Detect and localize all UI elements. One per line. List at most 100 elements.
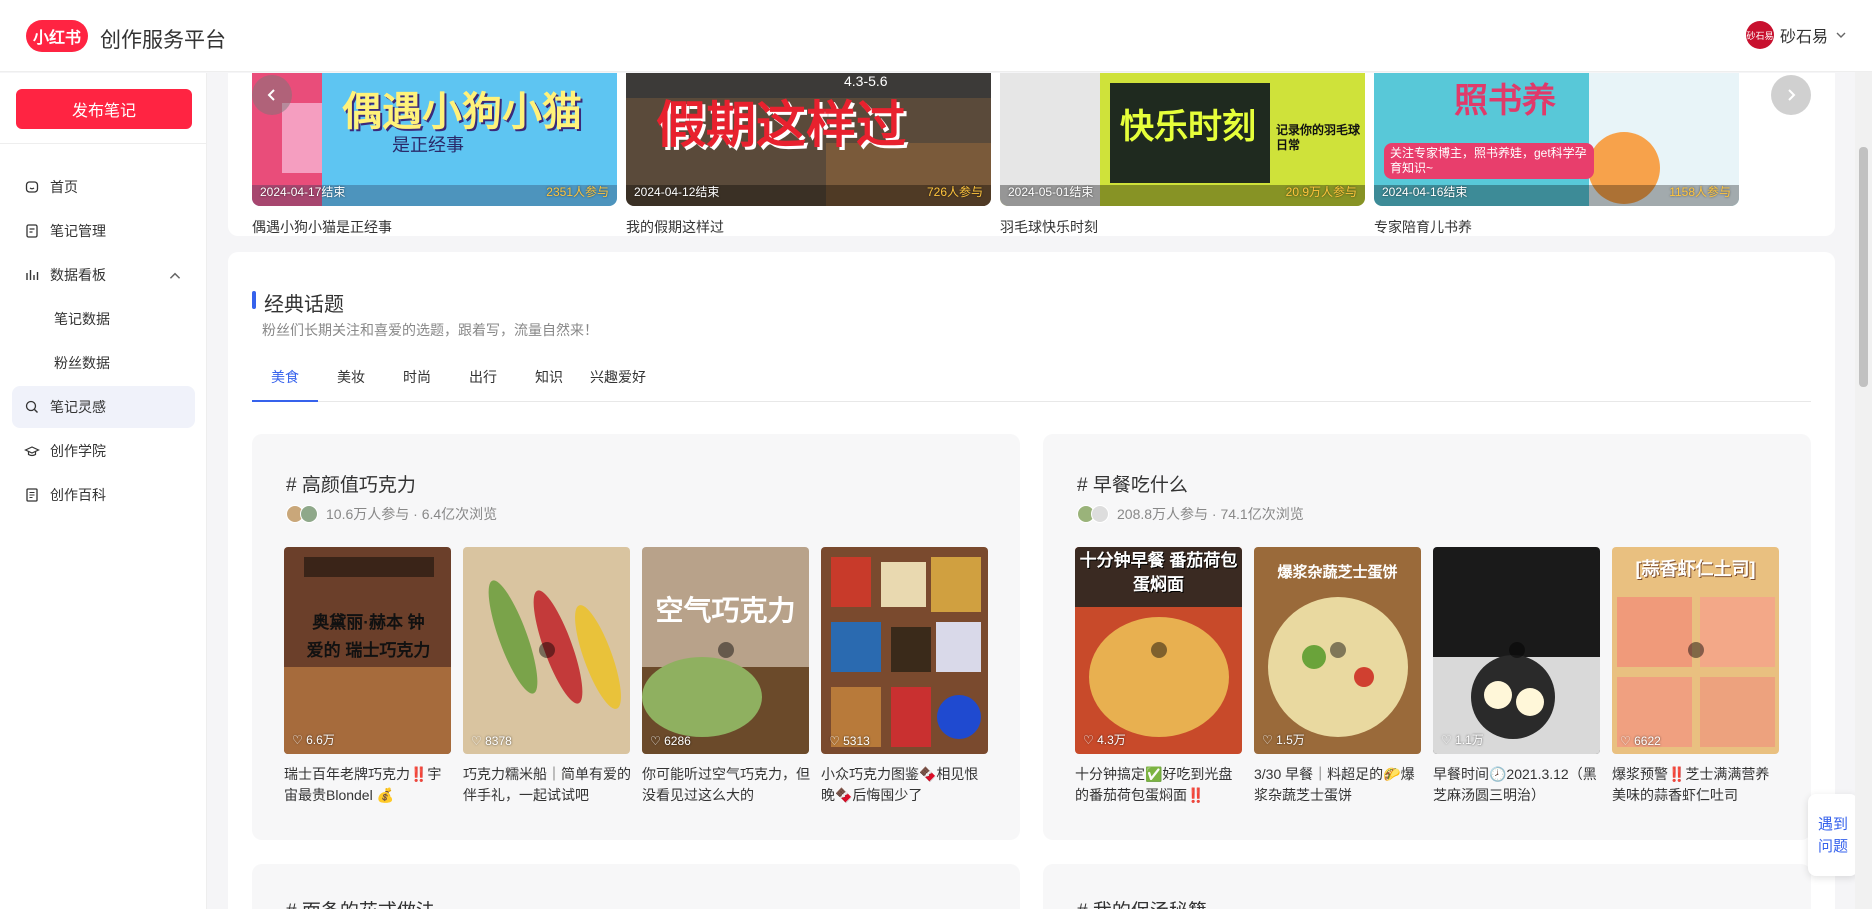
note-cover-image <box>821 547 988 754</box>
card-participants: 1158人参与 <box>1669 185 1731 199</box>
play-icon <box>1509 642 1525 658</box>
topic-card[interactable]: # 高颜值巧克力 10.6万人参与 · 6.4亿次浏览 奥黛丽·赫本 钟爱的 瑞… <box>252 434 1020 840</box>
note-caption[interactable]: 你可能听过空气巧克力，但没看见过这么大的 <box>642 764 812 806</box>
note-caption[interactable]: 十分钟搞定✅好吃到光盘的番茄荷包蛋焖面‼️ <box>1075 764 1245 806</box>
topic-title[interactable]: # 面条的花式做法 <box>286 896 435 909</box>
help-float-button[interactable]: 遇到 问题 <box>1808 794 1858 876</box>
sidebar-divider <box>0 143 207 144</box>
play-icon <box>718 642 734 658</box>
topic-card[interactable]: # 我的保汤秘籍 <box>1043 864 1811 909</box>
category-tabs: 美食 美妆 时尚 出行 知识 兴趣爱好 <box>252 364 1811 402</box>
note-likes: ♡ 1.1万 <box>1441 733 1484 747</box>
activity-carousel: 偶遇小狗小猫 是正经事 2024-04-17结束 2351人参与 偶遇小狗小猫是… <box>228 73 1835 236</box>
carousel-prev-button[interactable] <box>252 75 292 115</box>
avatar[interactable]: 砂石易 <box>1745 21 1774 49</box>
chevron-down-icon[interactable] <box>1834 28 1848 42</box>
tab-knowledge[interactable]: 知识 <box>516 364 582 402</box>
user-menu[interactable]: 砂石易 砂石易 <box>1745 21 1848 49</box>
card-participants: 2351人参与 <box>546 185 609 199</box>
topic-title[interactable]: # 我的保汤秘籍 <box>1077 896 1207 909</box>
note-icon <box>26 224 38 238</box>
note-likes: ♡ 6.6万 <box>292 733 335 747</box>
topic-card[interactable]: # 早餐吃什么 208.8万人参与 · 74.1亿次浏览 十分钟早餐 番茄荷包蛋… <box>1043 434 1811 840</box>
help-label-line2: 问题 <box>1817 838 1848 855</box>
sidebar-item-data-dashboard[interactable]: 数据看板 <box>12 254 195 296</box>
sidebar-item-note-inspiration[interactable]: 笔记灵感 <box>12 386 195 428</box>
card-end-date: 2024-04-12结束 <box>634 185 720 199</box>
top-header: 小红书 创作服务平台 砂石易 砂石易 <box>0 0 1872 72</box>
note-thumbnail[interactable]: ♡ 5313 <box>821 547 988 754</box>
note-thumbnail[interactable]: 奥黛丽·赫本 钟爱的 瑞士巧克力 ♡ 6.6万 <box>284 547 451 754</box>
note-likes: ♡ 5313 <box>829 734 870 748</box>
banner-subtext: 记录你的羽毛球日常 <box>1276 123 1361 152</box>
carousel-next-button[interactable] <box>1771 75 1811 115</box>
play-icon <box>1151 642 1167 658</box>
carousel-card-title[interactable]: 专家陪育儿书养 <box>1374 217 1739 236</box>
section-subtitle: 粉丝们长期关注和喜爱的选题，跟着写，流量自然来！ <box>262 322 598 338</box>
topic-stats: 10.6万人参与 · 6.4亿次浏览 <box>326 506 498 522</box>
scrollbar-thumb[interactable] <box>1859 147 1868 387</box>
note-likes: ♡ 4.3万 <box>1083 733 1126 747</box>
chart-icon <box>26 270 39 280</box>
note-overlay-text: 奥黛丽·赫本 钟爱的 瑞士巧克力 <box>306 613 431 660</box>
page-scrollbar[interactable] <box>1855 72 1872 909</box>
publish-note-button[interactable]: 发布笔记 <box>16 89 192 129</box>
note-thumbnail[interactable]: 空气巧克力 ♡ 6286 <box>642 547 809 754</box>
sidebar-item-creator-academy[interactable]: 创作学院 <box>12 430 195 472</box>
banner-text: 照书养 <box>1454 82 1556 120</box>
chevron-left-icon <box>267 89 275 101</box>
sidebar-item-creator-wiki[interactable]: 创作百科 <box>12 474 195 516</box>
topic-title[interactable]: # 高颜值巧克力 <box>286 470 416 497</box>
carousel-card-title[interactable]: 偶遇小狗小猫是正经事 <box>252 217 617 236</box>
chevron-right-icon <box>1788 89 1796 101</box>
play-icon <box>1688 642 1704 658</box>
sidebar-item-home[interactable]: 首页 <box>12 166 195 208</box>
note-caption[interactable]: 3/30 早餐｜料超足的🌮爆浆杂蔬芝士蛋饼 <box>1254 764 1424 806</box>
note-thumbnail[interactable]: 爆浆杂蔬芝士蛋饼 ♡ 1.5万 <box>1254 547 1421 754</box>
note-caption[interactable]: 早餐时间🕗2021.3.12（黑芝麻汤圆三明治） <box>1433 764 1603 806</box>
chevron-up-icon[interactable] <box>167 268 183 284</box>
topic-card[interactable]: # 面条的花式做法 <box>252 864 1020 909</box>
sidebar-item-note-management[interactable]: 笔记管理 <box>12 210 195 252</box>
carousel-card[interactable]: 偶遇小狗小猫 是正经事 2024-04-17结束 2351人参与 <box>252 73 617 206</box>
note-caption[interactable]: 爆浆预警‼️芝士满满营养美味的蒜香虾仁吐司 <box>1612 764 1782 806</box>
note-thumbnail[interactable]: 十分钟早餐 番茄荷包蛋焖面 ♡ 4.3万 <box>1075 547 1242 754</box>
carousel-card[interactable]: 假期这样过 4.3-5.6 2024-04-12结束 726人参与 <box>626 73 991 206</box>
note-thumbnail[interactable]: [蒜香虾仁土司] ♡ 6622 <box>1612 547 1779 754</box>
carousel-card[interactable]: 快乐时刻 记录你的羽毛球日常 2024-05-01结束 20.9万人参与 <box>1000 73 1365 206</box>
sidebar-item-label: 粉丝数据 <box>54 355 110 371</box>
carousel-card-title[interactable]: 羽毛球快乐时刻 <box>1000 217 1365 236</box>
sidebar-item-label: 笔记数据 <box>54 311 110 327</box>
note-caption[interactable]: 瑞士百年老牌巧克力‼️宇宙最贵Blondel 💰 <box>284 764 454 806</box>
section-title: 经典话题 <box>264 294 344 316</box>
tab-hobbies[interactable]: 兴趣爱好 <box>582 364 654 402</box>
tab-travel[interactable]: 出行 <box>450 364 516 402</box>
home-icon <box>25 181 39 193</box>
note-overlay-text: 爆浆杂蔬芝士蛋饼 <box>1277 564 1398 581</box>
tab-food[interactable]: 美食 <box>252 364 318 402</box>
xiaohongshu-logo[interactable]: 小红书 <box>26 20 88 52</box>
tab-beauty[interactable]: 美妆 <box>318 364 384 402</box>
note-likes: ♡ 8378 <box>471 734 512 748</box>
note-likes: ♡ 6622 <box>1620 734 1661 748</box>
tab-fashion[interactable]: 时尚 <box>384 364 450 402</box>
wiki-icon <box>26 488 38 502</box>
sidebar-item-fan-data[interactable]: 粉丝数据 <box>12 342 195 384</box>
sidebar-item-note-data[interactable]: 笔记数据 <box>12 298 195 340</box>
avatar <box>300 505 318 523</box>
classic-topics-panel: 经典话题 粉丝们长期关注和喜爱的选题，跟着写，流量自然来！ 美食 美妆 时尚 出… <box>228 252 1835 909</box>
card-participants: 726人参与 <box>926 185 983 199</box>
note-thumbnail[interactable]: ♡ 8378 <box>463 547 630 754</box>
carousel-card-title[interactable]: 我的假期这样过 <box>626 217 991 236</box>
sidebar-item-label: 数据看板 <box>50 267 106 283</box>
banner-text: 快乐时刻 <box>1120 108 1256 146</box>
topic-title[interactable]: # 早餐吃什么 <box>1077 470 1188 497</box>
topic-meta: 208.8万人参与 · 74.1亿次浏览 <box>1077 504 1304 524</box>
note-likes: ♡ 6286 <box>650 734 691 748</box>
note-caption[interactable]: 巧克力糯米船｜简单有爱的伴手礼，一起试试吧 <box>463 764 633 806</box>
topic-meta: 10.6万人参与 · 6.4亿次浏览 <box>286 504 497 524</box>
carousel-card[interactable]: 照书养 关注专家博主，照书养娃，get科学孕育知识~ 2024-04-16结束 … <box>1374 73 1739 206</box>
note-caption[interactable]: 小众巧克力图鉴🍫相见恨晚🍫后悔囤少了 <box>821 764 991 806</box>
note-thumbnail[interactable]: ♡ 1.1万 <box>1433 547 1600 754</box>
user-name[interactable]: 砂石易 <box>1780 23 1828 47</box>
